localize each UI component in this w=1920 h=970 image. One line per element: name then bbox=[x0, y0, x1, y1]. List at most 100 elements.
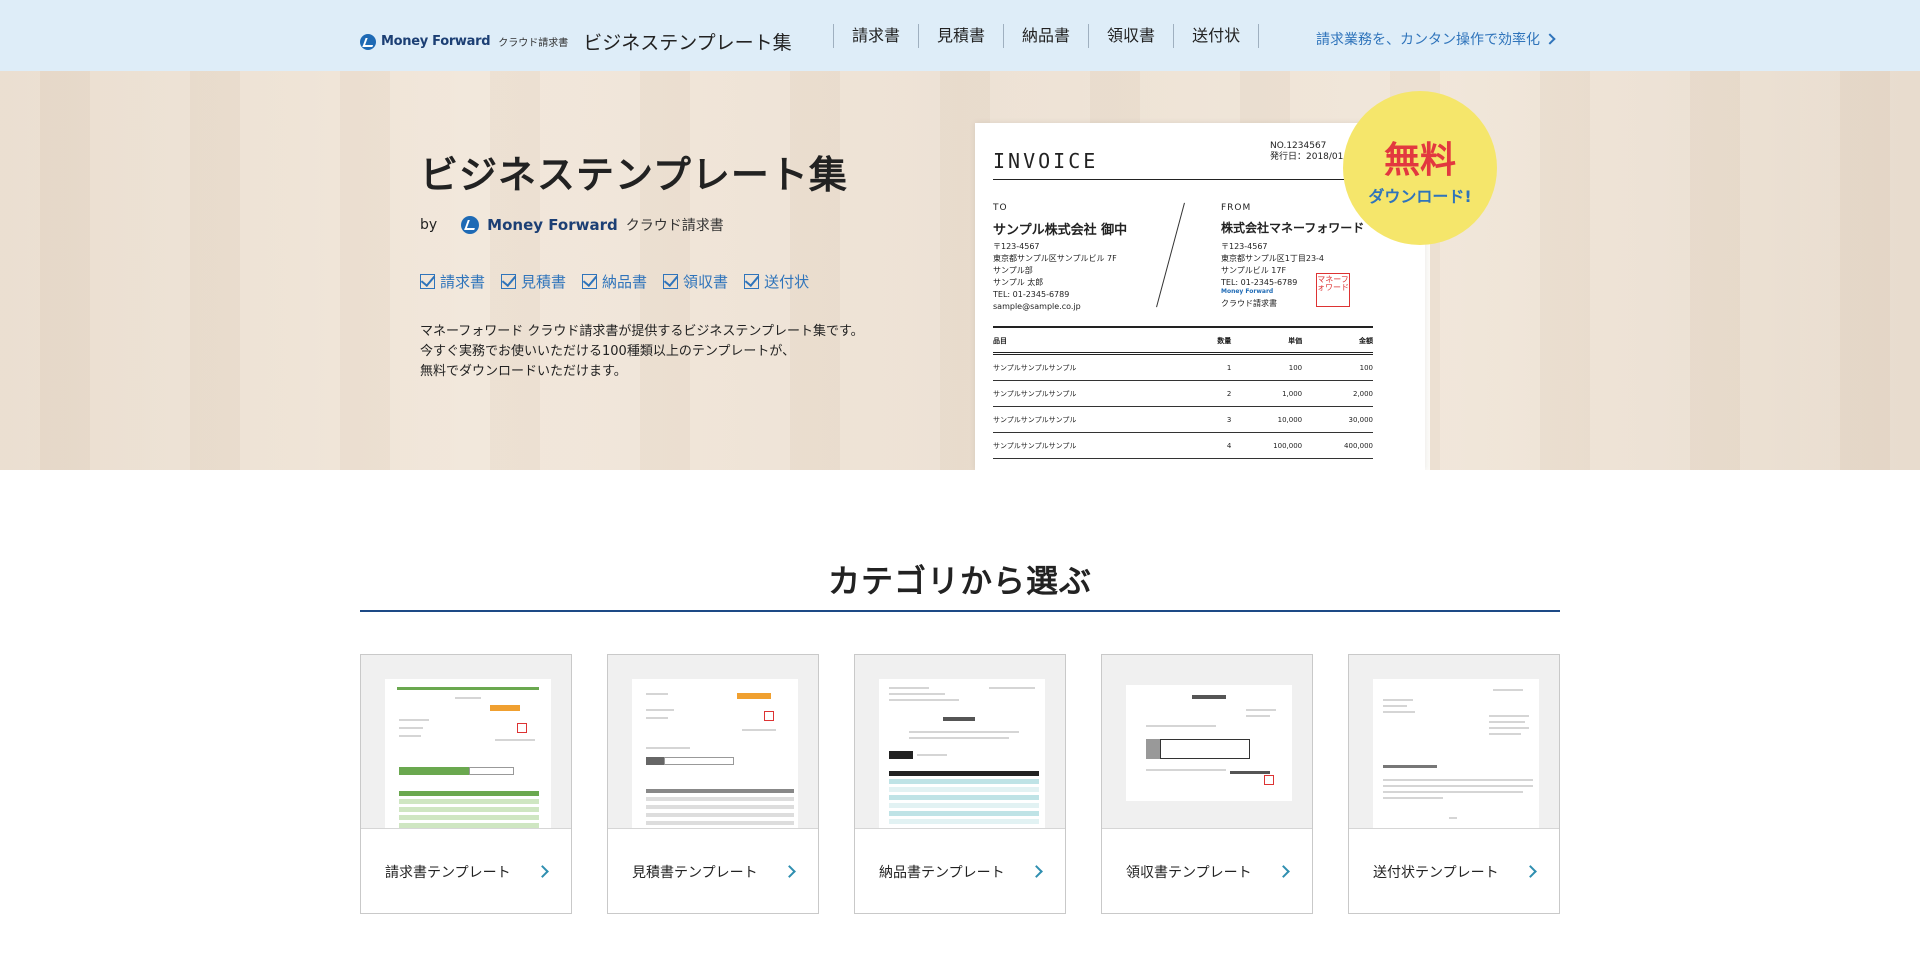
hero-link-delivery[interactable]: 納品書 bbox=[582, 271, 647, 292]
site-name: ビジネステンプレート集 bbox=[583, 32, 792, 54]
card-footer: 領収書テンプレート bbox=[1102, 829, 1312, 914]
category-card-cover-letter[interactable]: 送付状テンプレート bbox=[1348, 654, 1560, 914]
nav-item-quote[interactable]: 見積書 bbox=[918, 24, 1003, 48]
card-label: 見積書テンプレート bbox=[632, 864, 758, 881]
addr-line: TEL: 01-2345-6789 bbox=[993, 290, 1070, 299]
card-footer: 請求書テンプレート bbox=[361, 829, 571, 914]
addr-line: サンプル 太郎 bbox=[993, 278, 1044, 287]
checkbox-icon bbox=[501, 274, 517, 289]
addr-line: sample@sample.co.jp bbox=[993, 302, 1081, 311]
hero-section: ビジネステンプレート集 by Money Forward クラウド請求書 請求書… bbox=[0, 71, 1920, 470]
site-logo[interactable]: Money Forward クラウド請求書 ビジネステンプレート集 bbox=[360, 28, 792, 55]
card-label: 請求書テンプレート bbox=[385, 864, 511, 881]
section-title: カテゴリから選ぶ bbox=[827, 562, 1092, 600]
checkbox-icon bbox=[663, 274, 679, 289]
chevron-right-icon bbox=[536, 865, 549, 878]
category-card-invoice[interactable]: 請求書テンプレート bbox=[360, 654, 572, 914]
promo-link[interactable]: 請求業務を、カンタン操作で効率化 bbox=[1316, 29, 1556, 49]
invoice-to-label: TO bbox=[993, 203, 1008, 213]
cell: 4 bbox=[1197, 432, 1232, 459]
nav-item-invoice[interactable]: 請求書 bbox=[833, 24, 918, 48]
addr-line: サンプルビル 17F bbox=[1221, 266, 1287, 275]
hero-link-label: 納品書 bbox=[602, 273, 648, 291]
card-label: 領収書テンプレート bbox=[1126, 864, 1252, 881]
cell: 100,000 bbox=[1231, 432, 1303, 459]
cell: サンプルサンプルサンプル bbox=[993, 406, 1198, 433]
receipt-template-thumbnail bbox=[1126, 685, 1292, 801]
cell: 3 bbox=[1197, 406, 1232, 433]
site-header: Money Forward クラウド請求書 ビジネステンプレート集 請求書 見積… bbox=[0, 0, 1920, 71]
category-card-quote[interactable]: 見積書テンプレート bbox=[607, 654, 819, 914]
money-forward-logo-icon bbox=[461, 216, 480, 234]
cell: 100 bbox=[1302, 353, 1373, 381]
hero-link-quote[interactable]: 見積書 bbox=[501, 271, 566, 292]
checkbox-icon bbox=[744, 274, 760, 289]
cell: 1,000 bbox=[1231, 380, 1303, 407]
chevron-right-icon bbox=[783, 865, 796, 878]
hero-link-label: 請求書 bbox=[440, 273, 486, 291]
invoice-to-address: 〒123-4567 東京都サンプル区サンプルビル 7F サンプル部 サンプル 太… bbox=[993, 241, 1117, 313]
table-row: サンプルサンプルサンプル 4 100,000 400,000 bbox=[993, 432, 1373, 459]
quote-template-thumbnail bbox=[632, 679, 798, 828]
card-thumbnail bbox=[1102, 655, 1312, 829]
chevron-right-icon bbox=[1030, 865, 1043, 878]
card-thumbnail bbox=[855, 655, 1065, 829]
addr-line: 〒123-4567 bbox=[993, 242, 1040, 251]
hero-category-links: 請求書 見積書 納品書 領収書 送付状 bbox=[420, 271, 809, 292]
hero-link-receipt[interactable]: 領収書 bbox=[663, 271, 728, 292]
hero-link-invoice[interactable]: 請求書 bbox=[420, 271, 485, 292]
cell: 10,000 bbox=[1231, 406, 1303, 433]
hero-desc-line: 無料でダウンロードいただけます。 bbox=[420, 364, 627, 379]
promo-link-label: 請求業務を、カンタン操作で効率化 bbox=[1316, 32, 1540, 48]
invoice-divider bbox=[1156, 202, 1185, 308]
hero-title: ビジネステンプレート集 bbox=[420, 153, 848, 197]
hero-by-text: by bbox=[420, 217, 438, 233]
addr-line: 〒123-4567 bbox=[1221, 242, 1268, 251]
money-forward-logo-icon bbox=[360, 33, 376, 50]
invoice-from-label: FROM bbox=[1221, 203, 1252, 213]
addr-line: 東京都サンプル区サンプルビル 7F bbox=[993, 254, 1117, 263]
chevron-right-icon bbox=[1524, 865, 1537, 878]
card-footer: 納品書テンプレート bbox=[855, 829, 1065, 914]
col-header: 品目 bbox=[993, 326, 1198, 355]
cell: サンプルサンプルサンプル bbox=[993, 380, 1198, 407]
checkbox-icon bbox=[582, 274, 598, 289]
invoice-rule bbox=[993, 179, 1403, 180]
main-nav: 請求書 見積書 納品書 領収書 送付状 bbox=[833, 24, 1260, 48]
col-header: 金額 bbox=[1302, 326, 1373, 355]
free-download-badge: 無料 ダウンロード! bbox=[1343, 91, 1497, 245]
card-label: 送付状テンプレート bbox=[1373, 864, 1499, 881]
hero-link-label: 見積書 bbox=[521, 273, 567, 291]
chevron-right-icon bbox=[1277, 865, 1290, 878]
checkbox-icon bbox=[420, 274, 435, 289]
badge-sub-text: ダウンロード! bbox=[1368, 187, 1472, 206]
nav-item-receipt[interactable]: 領収書 bbox=[1088, 24, 1173, 48]
cover-letter-template-thumbnail bbox=[1373, 679, 1539, 828]
cell: 30,000 bbox=[1302, 406, 1373, 433]
invoice-table: 品目 数量 単価 金額 サンプルサンプルサンプル 1 100 100 サンプルサ… bbox=[993, 326, 1373, 459]
section-divider bbox=[360, 610, 1560, 612]
invoice-title: INVOICE bbox=[993, 149, 1099, 173]
nav-item-cover-letter[interactable]: 送付状 bbox=[1173, 24, 1260, 48]
chevron-right-icon bbox=[1544, 33, 1556, 45]
cell: 400,000 bbox=[1302, 432, 1373, 459]
nav-item-delivery[interactable]: 納品書 bbox=[1003, 24, 1088, 48]
logo-product: クラウド請求書 bbox=[498, 38, 569, 49]
addr-line: サンプル部 bbox=[993, 266, 1033, 275]
invoice-to-name: サンプル株式会社 御中 bbox=[993, 223, 1128, 238]
hero-description: マネーフォワード クラウド請求書が提供するビジネステンプレート集です。 今すぐ実… bbox=[420, 322, 864, 382]
category-card-receipt[interactable]: 領収書テンプレート bbox=[1101, 654, 1313, 914]
card-footer: 見積書テンプレート bbox=[608, 829, 818, 914]
card-thumbnail bbox=[361, 655, 571, 829]
table-row: サンプルサンプルサンプル 1 100 100 bbox=[993, 353, 1373, 381]
hero-desc-line: マネーフォワード クラウド請求書が提供するビジネステンプレート集です。 bbox=[420, 324, 864, 339]
category-card-delivery[interactable]: 納品書テンプレート bbox=[854, 654, 1066, 914]
cell: サンプルサンプルサンプル bbox=[993, 432, 1198, 459]
invoice-mini-logo: Money Forward bbox=[1221, 288, 1274, 295]
hero-link-label: 領収書 bbox=[683, 273, 729, 291]
table-row: サンプルサンプルサンプル 3 10,000 30,000 bbox=[993, 406, 1373, 433]
hero-link-cover-letter[interactable]: 送付状 bbox=[744, 271, 809, 292]
hero-brand: by Money Forward クラウド請求書 bbox=[420, 215, 724, 235]
hero-brand-product: クラウド請求書 bbox=[625, 218, 724, 234]
badge-main-text: 無料 bbox=[1383, 140, 1456, 181]
